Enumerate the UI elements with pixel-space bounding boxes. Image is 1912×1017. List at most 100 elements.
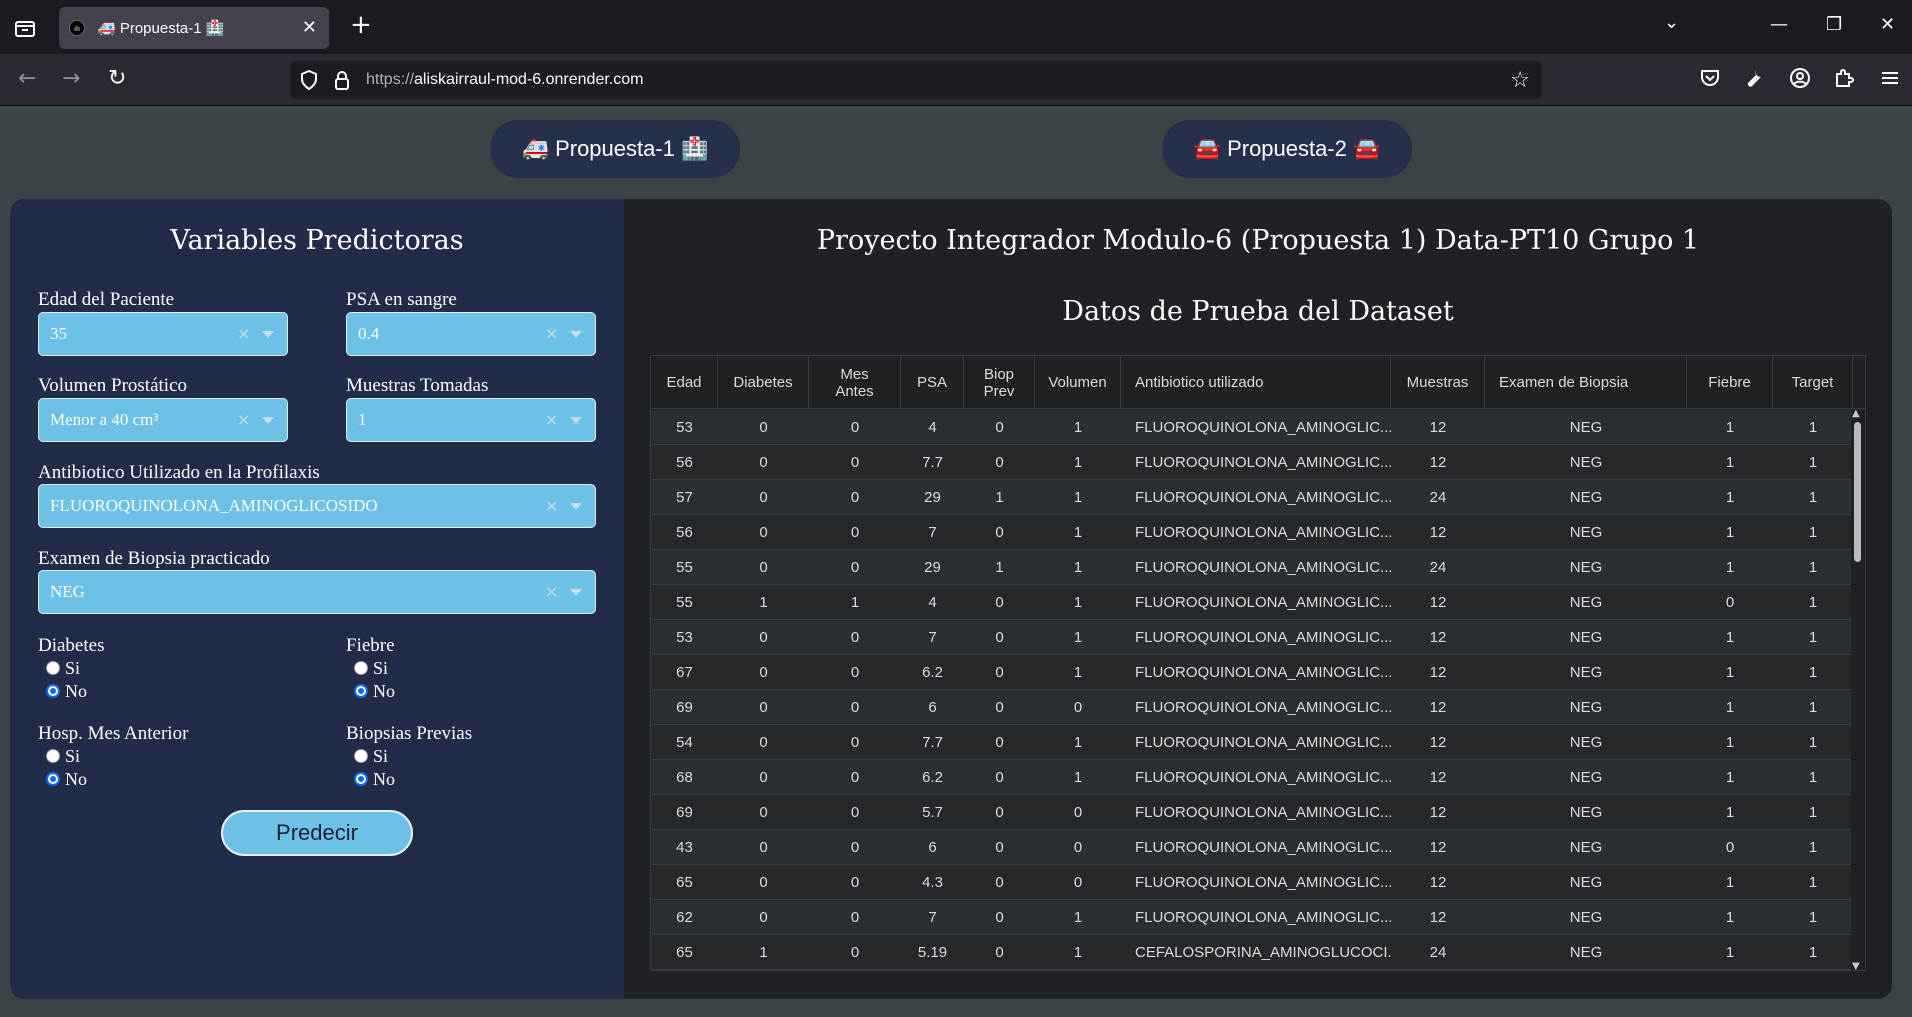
cell-edad[interactable]: 56 <box>651 445 718 480</box>
cell-mes-antes[interactable]: 0 <box>809 480 901 515</box>
cell-edad[interactable]: 55 <box>651 585 718 620</box>
table-row[interactable]: 54 0 0 7.7 0 1 FLUOROQUINOLONA_AMINOGLIC... 12 N… <box>651 725 1853 760</box>
propuesta-2-button[interactable]: 🚘 Propuesta-2 🚘 <box>1162 120 1412 178</box>
psa-caret-icon[interactable] <box>570 331 582 338</box>
cell-fiebre[interactable]: 1 <box>1687 550 1773 585</box>
cell-antibiotico[interactable]: FLUOROQUINOLONA_AMINOGLIC... <box>1121 760 1391 795</box>
forward-icon[interactable]: → <box>62 66 80 91</box>
tab-close-icon[interactable]: ✕ <box>302 17 317 38</box>
cell-antibiotico[interactable]: FLUOROQUINOLONA_AMINOGLIC... <box>1121 655 1391 690</box>
predecir-button[interactable]: Predecir <box>221 810 413 856</box>
radio-selected-icon[interactable] <box>46 772 60 786</box>
cell-biop-prev[interactable]: 0 <box>964 795 1035 830</box>
biopsia-clear-icon[interactable]: × <box>545 582 558 601</box>
biopsia-caret-icon[interactable] <box>570 589 582 596</box>
restore-icon[interactable]: ❐ <box>1826 14 1842 35</box>
cell-mes-antes[interactable]: 0 <box>809 445 901 480</box>
table-row[interactable]: 56 0 0 7.7 0 1 FLUOROQUINOLONA_AMINOGLIC... 12 N… <box>651 445 1853 480</box>
radio-selected-icon[interactable] <box>46 684 60 698</box>
cell-fiebre[interactable]: 1 <box>1687 760 1773 795</box>
cell-mes-antes[interactable]: 0 <box>809 830 901 865</box>
cell-biop-prev[interactable]: 0 <box>964 725 1035 760</box>
cell-edad[interactable]: 57 <box>651 480 718 515</box>
cell-diabetes[interactable]: 0 <box>718 445 809 480</box>
cell-fiebre[interactable]: 1 <box>1687 690 1773 725</box>
table-row[interactable]: 68 0 0 6.2 0 1 FLUOROQUINOLONA_AMINOGLIC... 12 N… <box>651 760 1853 795</box>
cell-diabetes[interactable]: 0 <box>718 515 809 550</box>
cell-edad[interactable]: 62 <box>651 900 718 935</box>
cell-antibiotico[interactable]: FLUOROQUINOLONA_AMINOGLIC... <box>1121 690 1391 725</box>
cell-volumen[interactable]: 1 <box>1035 445 1121 480</box>
cell-fiebre[interactable]: 0 <box>1687 585 1773 620</box>
scrollbar-thumb[interactable] <box>1854 422 1861 562</box>
header-biop-prev[interactable]: Biop Prev <box>964 356 1035 409</box>
table-row[interactable]: 56 0 0 7 0 1 FLUOROQUINOLONA_AMINOGLIC... 12 NEG… <box>651 515 1853 550</box>
cell-target[interactable]: 1 <box>1773 690 1853 725</box>
header-mes-antes[interactable]: Mes Antes <box>809 356 901 409</box>
cell-volumen[interactable]: 1 <box>1035 760 1121 795</box>
header-fiebre[interactable]: Fiebre <box>1687 356 1773 409</box>
cell-antibiotico[interactable]: FLUOROQUINOLONA_AMINOGLIC... <box>1121 865 1391 900</box>
new-tab-icon[interactable]: + <box>350 12 372 38</box>
muestras-select[interactable]: 1 × <box>346 398 596 442</box>
cell-fiebre[interactable]: 0 <box>1687 830 1773 865</box>
cell-volumen[interactable]: 1 <box>1035 655 1121 690</box>
cell-target[interactable]: 1 <box>1773 725 1853 760</box>
cell-volumen[interactable]: 1 <box>1035 410 1121 445</box>
cell-muestras[interactable]: 24 <box>1391 480 1485 515</box>
cell-edad[interactable]: 53 <box>651 620 718 655</box>
cell-psa[interactable]: 5.7 <box>901 795 964 830</box>
cell-antibiotico[interactable]: FLUOROQUINOLONA_AMINOGLIC... <box>1121 620 1391 655</box>
cell-target[interactable]: 1 <box>1773 760 1853 795</box>
cell-biop-prev[interactable]: 0 <box>964 690 1035 725</box>
cell-edad[interactable]: 67 <box>651 655 718 690</box>
cell-volumen[interactable]: 1 <box>1035 550 1121 585</box>
cell-muestras[interactable]: 24 <box>1391 550 1485 585</box>
cell-target[interactable]: 1 <box>1773 620 1853 655</box>
cell-biop-prev[interactable]: 0 <box>964 655 1035 690</box>
cell-antibiotico[interactable]: FLUOROQUINOLONA_AMINOGLIC... <box>1121 900 1391 935</box>
cell-volumen[interactable]: 1 <box>1035 515 1121 550</box>
cell-antibiotico[interactable]: FLUOROQUINOLONA_AMINOGLIC... <box>1121 795 1391 830</box>
url-text[interactable]: https://aliskairraul-mod-6.onrender.com <box>366 71 643 89</box>
scroll-down-arrow-icon[interactable]: ▼ <box>1852 961 1860 970</box>
table-row[interactable]: 53 0 0 4 0 1 FLUOROQUINOLONA_AMINOGLIC... 12 NEG… <box>651 410 1853 445</box>
cell-mes-antes[interactable]: 0 <box>809 550 901 585</box>
cell-biop-prev[interactable]: 0 <box>964 515 1035 550</box>
cell-muestras[interactable]: 12 <box>1391 795 1485 830</box>
cell-edad[interactable]: 55 <box>651 550 718 585</box>
cell-fiebre[interactable]: 1 <box>1687 795 1773 830</box>
cell-mes-antes[interactable]: 1 <box>809 585 901 620</box>
cell-muestras[interactable]: 12 <box>1391 620 1485 655</box>
cell-muestras[interactable]: 12 <box>1391 445 1485 480</box>
cell-muestras[interactable]: 12 <box>1391 900 1485 935</box>
edad-caret-icon[interactable] <box>262 331 274 338</box>
cell-target[interactable]: 1 <box>1773 795 1853 830</box>
cell-diabetes[interactable]: 0 <box>718 760 809 795</box>
cell-target[interactable]: 1 <box>1773 480 1853 515</box>
cell-volumen[interactable]: 1 <box>1035 900 1121 935</box>
table-row[interactable]: 69 0 0 6 0 0 FLUOROQUINOLONA_AMINOGLIC... 12 NEG… <box>651 690 1853 725</box>
table-row[interactable]: 55 0 0 29 1 1 FLUOROQUINOLONA_AMINOGLIC... 24 NE… <box>651 550 1853 585</box>
cell-diabetes[interactable]: 0 <box>718 550 809 585</box>
cell-diabetes[interactable]: 0 <box>718 690 809 725</box>
reload-icon[interactable]: ↻ <box>108 66 126 91</box>
cell-mes-antes[interactable]: 0 <box>809 865 901 900</box>
tab-list-icon[interactable] <box>12 16 38 40</box>
cell-examen-biopsia[interactable]: NEG <box>1485 620 1687 655</box>
diabetes-no-radio[interactable]: No <box>46 681 87 702</box>
cell-diabetes[interactable]: 0 <box>718 655 809 690</box>
cell-biop-prev[interactable]: 0 <box>964 865 1035 900</box>
cell-mes-antes[interactable]: 0 <box>809 795 901 830</box>
cell-biop-prev[interactable]: 0 <box>964 585 1035 620</box>
cell-biop-prev[interactable]: 1 <box>964 550 1035 585</box>
cell-volumen[interactable]: 0 <box>1035 830 1121 865</box>
radio-selected-icon[interactable] <box>354 772 368 786</box>
cell-diabetes[interactable]: 0 <box>718 725 809 760</box>
cell-mes-antes[interactable]: 0 <box>809 725 901 760</box>
edad-select[interactable]: 35 × <box>38 312 288 356</box>
cell-diabetes[interactable]: 0 <box>718 480 809 515</box>
cell-muestras[interactable]: 12 <box>1391 655 1485 690</box>
cell-volumen[interactable]: 1 <box>1035 725 1121 760</box>
cell-diabetes[interactable]: 0 <box>718 795 809 830</box>
